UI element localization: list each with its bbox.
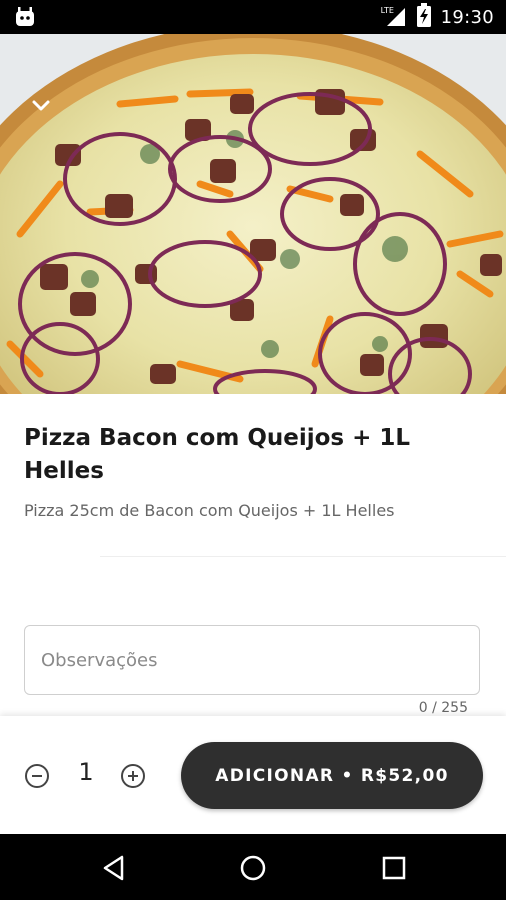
- android-icon: [14, 6, 36, 33]
- increase-quantity-icon[interactable]: [120, 763, 146, 789]
- product-description: Pizza 25cm de Bacon com Queijos + 1L Hel…: [24, 501, 395, 520]
- status-bar: LTE 19:30: [0, 0, 506, 34]
- add-to-cart-button[interactable]: ADICIONAR • R$52,00: [181, 742, 483, 809]
- recents-icon[interactable]: [380, 854, 408, 882]
- product-title: Pizza Bacon com Queijos + 1L Helles: [24, 425, 411, 484]
- home-icon[interactable]: [239, 854, 267, 882]
- decrease-quantity-icon[interactable]: [24, 763, 50, 789]
- lte-signal-icon: LTE: [381, 6, 407, 28]
- navigation-bar: [0, 834, 506, 900]
- back-icon[interactable]: [100, 854, 128, 882]
- product-image: [0, 34, 506, 394]
- notes-input[interactable]: [24, 625, 480, 695]
- battery-charging-icon: [416, 2, 431, 32]
- status-time: 19:30: [440, 6, 494, 28]
- quantity-value: 1: [78, 758, 94, 786]
- notes-char-count: 0 / 255: [418, 700, 468, 716]
- add-to-cart-label: ADICIONAR • R$52,00: [215, 765, 449, 786]
- chevron-down-icon[interactable]: [28, 92, 54, 118]
- pizza-photo: [0, 34, 506, 394]
- divider: [100, 556, 506, 557]
